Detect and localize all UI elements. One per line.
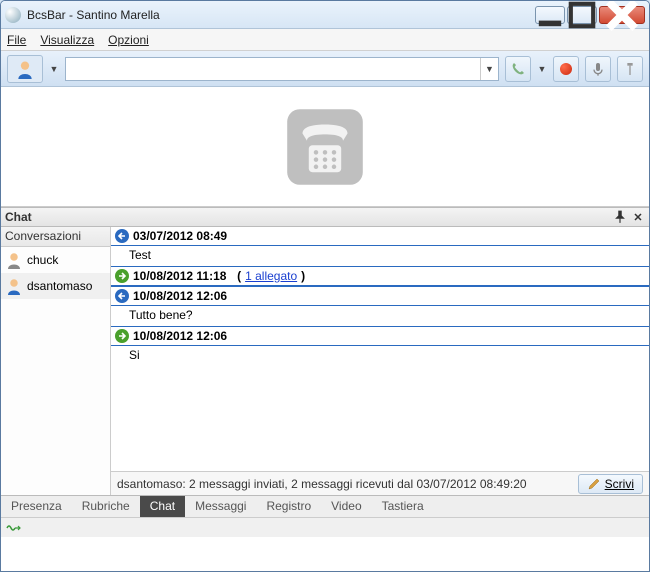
menu-opzioni[interactable]: Opzioni <box>108 33 149 47</box>
tab-tastiera[interactable]: Tastiera <box>372 496 434 517</box>
search-input[interactable] <box>66 58 480 80</box>
toolbar: ▼ ▼ ▼ <box>1 51 649 87</box>
message-timestamp: 10/08/2012 11:18 <box>133 269 226 283</box>
call-dropdown-arrow[interactable]: ▼ <box>537 64 547 74</box>
message-text: Tutto bene? <box>111 306 649 326</box>
message-group: 10/08/2012 11:18 (1 allegato) <box>111 266 649 286</box>
microphone-button[interactable] <box>585 56 611 82</box>
tab-chat[interactable]: Chat <box>140 496 185 517</box>
bottom-tabs: Presenza Rubriche Chat Messaggi Registro… <box>1 495 649 517</box>
user-icon <box>5 251 23 269</box>
search-combo[interactable]: ▼ <box>65 57 499 81</box>
call-button[interactable] <box>505 56 531 82</box>
arrow-out-icon <box>115 269 129 283</box>
maximize-button[interactable] <box>567 6 597 24</box>
arrow-in-icon <box>115 289 129 303</box>
pushpin-icon <box>613 210 627 224</box>
tab-rubriche[interactable]: Rubriche <box>72 496 140 517</box>
search-dropdown-arrow[interactable]: ▼ <box>480 58 498 80</box>
write-button[interactable]: Scrivi <box>578 474 643 494</box>
tab-video[interactable]: Video <box>321 496 371 517</box>
close-icon <box>600 0 644 37</box>
message-group: 10/08/2012 12:06 Si <box>111 326 649 366</box>
conversations-panel: Conversazioni chuck dsantomaso <box>1 227 111 495</box>
arrow-out-icon <box>115 329 129 343</box>
message-timestamp: 03/07/2012 08:49 <box>133 229 227 243</box>
chat-body: Conversazioni chuck dsantomaso 03/07/201… <box>1 227 649 495</box>
conversation-item[interactable]: chuck <box>1 247 110 273</box>
user-icon <box>15 59 35 79</box>
message-timestamp: 10/08/2012 12:06 <box>133 289 227 303</box>
signal-icon <box>5 522 21 534</box>
tab-messaggi[interactable]: Messaggi <box>185 496 256 517</box>
message-group: 10/08/2012 12:06 Tutto bene? <box>111 286 649 326</box>
conversations-header: Conversazioni <box>1 227 110 247</box>
message-group: 03/07/2012 08:49 Test <box>111 227 649 266</box>
minimize-icon <box>536 1 564 29</box>
tab-registro[interactable]: Registro <box>256 496 321 517</box>
presence-dropdown-arrow[interactable]: ▼ <box>49 64 59 74</box>
chat-status-row: dsantomaso: 2 messaggi inviati, 2 messag… <box>111 471 649 495</box>
user-icon <box>5 277 23 295</box>
menubar: File Visualizza Opzioni <box>1 29 649 51</box>
phone-pane <box>1 87 649 207</box>
message-timestamp: 10/08/2012 12:06 <box>133 329 227 343</box>
microphone-icon <box>590 61 606 77</box>
chat-status-text: dsantomaso: 2 messaggi inviati, 2 messag… <box>117 477 572 491</box>
titlebar: BcsBar - Santino Marella <box>1 1 649 29</box>
close-button[interactable] <box>599 6 645 24</box>
phone-icon <box>510 61 526 77</box>
message-text: Si <box>111 346 649 366</box>
maximize-icon <box>568 1 596 29</box>
conversation-name: dsantomaso <box>27 279 92 293</box>
app-icon <box>5 7 21 23</box>
panel-pin-button[interactable] <box>613 210 627 224</box>
panel-close-button[interactable]: ✕ <box>631 210 645 224</box>
record-button[interactable] <box>553 56 579 82</box>
tab-presenza[interactable]: Presenza <box>1 496 72 517</box>
chat-panel-header: Chat ✕ <box>1 207 649 227</box>
pin-icon <box>622 61 638 77</box>
conversation-name: chuck <box>27 253 58 267</box>
pin-button[interactable] <box>617 56 643 82</box>
messages-scroll[interactable]: 03/07/2012 08:49 Test 10/08/2012 11:18 (… <box>111 227 649 471</box>
phone-large-icon <box>280 102 370 192</box>
menu-file[interactable]: File <box>7 33 26 47</box>
menu-visualizza[interactable]: Visualizza <box>40 33 94 47</box>
message-text: Test <box>111 246 649 266</box>
attachment-link[interactable]: 1 allegato <box>245 269 297 283</box>
chat-panel-title: Chat <box>5 210 32 224</box>
window-title: BcsBar - Santino Marella <box>27 8 535 22</box>
app-window: BcsBar - Santino Marella File Visualizza… <box>0 0 650 572</box>
arrow-in-icon <box>115 229 129 243</box>
conversation-item[interactable]: dsantomaso <box>1 273 110 299</box>
statusbar <box>1 517 649 537</box>
messages-panel: 03/07/2012 08:49 Test 10/08/2012 11:18 (… <box>111 227 649 495</box>
presence-avatar-button[interactable] <box>7 55 43 83</box>
pencil-icon <box>587 477 601 491</box>
write-button-label: Scrivi <box>605 477 634 491</box>
minimize-button[interactable] <box>535 6 565 24</box>
record-icon <box>560 63 572 75</box>
